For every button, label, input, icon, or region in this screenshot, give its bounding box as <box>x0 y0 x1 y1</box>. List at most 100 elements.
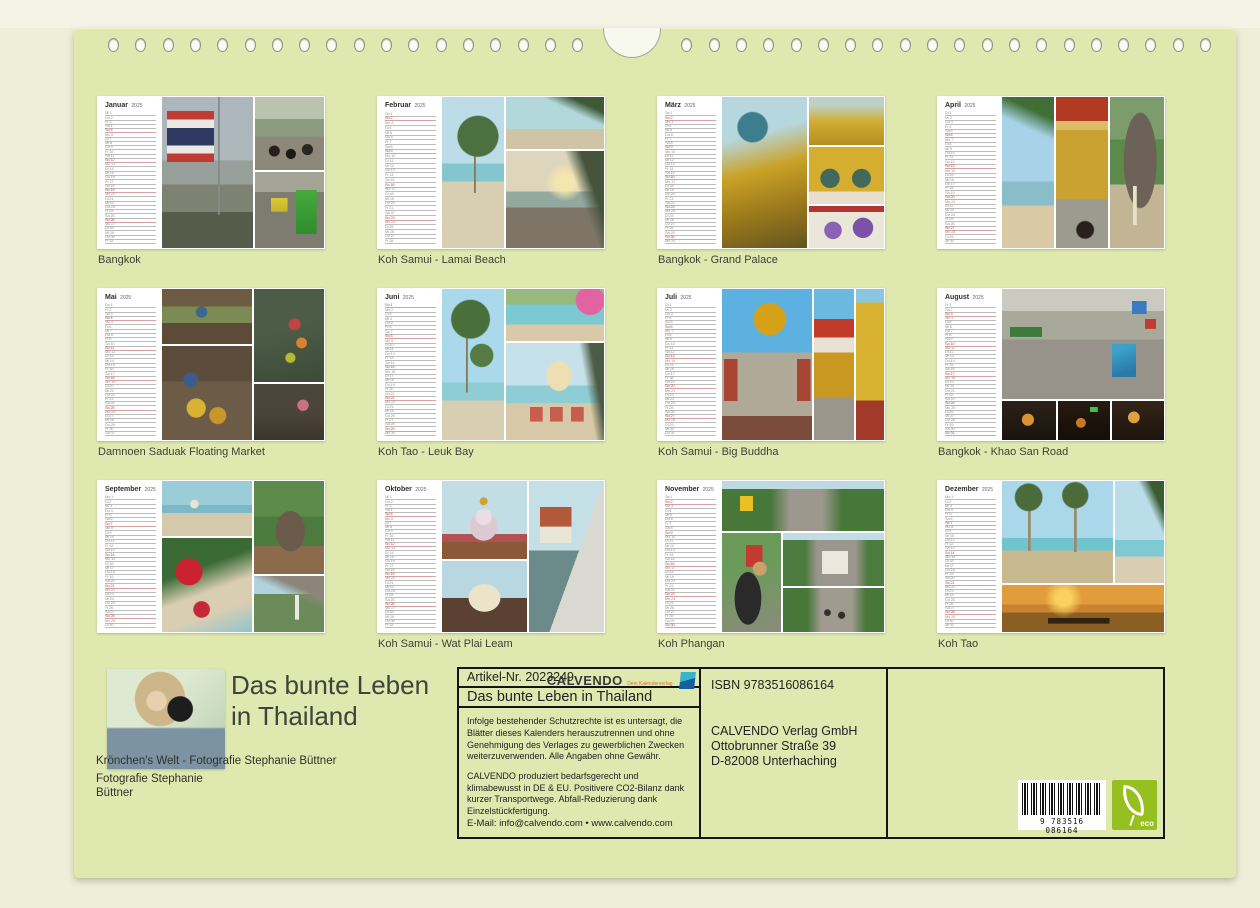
month-caption: Bangkok - Khao San Road <box>938 446 1068 458</box>
photo-collage <box>161 480 325 633</box>
photo-tile <box>161 345 253 441</box>
day-line: Fr 28 <box>385 239 436 244</box>
photo-tile <box>161 480 253 537</box>
mini-calendar: Juni 2025 So 1Mo 2Di 3Mi 4Do 5Fr 6Sa 7So… <box>377 288 441 441</box>
photo-tile <box>161 288 253 345</box>
month-name: August <box>945 294 969 301</box>
day-line: Do 31 <box>665 432 716 436</box>
month-caption: Damnoen Saduak Floating Market <box>98 446 265 458</box>
photo-tile <box>721 532 782 633</box>
month-year: 2025 <box>683 103 696 109</box>
binding-hole <box>163 38 174 52</box>
mini-calendar: August 2025 Fr 1Sa 2So 3Mo 4Di 5Mi 6Do 7… <box>937 288 1001 441</box>
address-line1: CALVENDO Verlag GmbH <box>711 724 876 739</box>
month-panel: März 2025 Sa 1So 2Mo 3Di 4Mi 5Do 6Fr 7Sa… <box>657 96 885 249</box>
month-name: Januar <box>105 102 128 109</box>
day-lines: Mi 1Do 2Fr 3Sa 4So 5Mo 6Di 7Mi 8Do 9Fr 1… <box>105 112 156 244</box>
month-cell: Mai 2025 Do 1Fr 2Sa 3So 4Mo 5Di 6Mi 7Do … <box>97 288 325 441</box>
day-line: Mi 31 <box>945 624 996 628</box>
binding-hole <box>436 38 447 52</box>
address-line3: D-82008 Unterhaching <box>711 754 876 769</box>
eco-logo: eco <box>1112 780 1157 830</box>
month-name: November <box>665 486 699 493</box>
barcode-digits: 9 783516 086164 <box>1022 817 1102 835</box>
photo-collage <box>1001 288 1165 441</box>
photo-tile <box>253 480 325 575</box>
photo-tile <box>505 150 605 249</box>
binding-hole <box>299 38 310 52</box>
binding-hole <box>872 38 883 52</box>
day-line: Fr 31 <box>105 240 156 244</box>
photo-tile <box>254 96 325 171</box>
binding-hole <box>1173 38 1184 52</box>
binding-hole <box>954 38 965 52</box>
mini-calendar: März 2025 Sa 1So 2Mo 3Di 4Mi 5Do 6Fr 7Sa… <box>657 96 721 249</box>
month-panel: Oktober 2025 Mi 1Do 2Fr 3Sa 4So 5Mo 6Di … <box>377 480 605 633</box>
month-caption: Koh Samui - Big Buddha <box>658 446 778 458</box>
month-year: 2025 <box>413 103 426 109</box>
binding-hole <box>1036 38 1047 52</box>
photo-tile <box>441 480 528 560</box>
month-cell: September 2025 Mo 1Di 2Mi 3Do 4Fr 5Sa 6S… <box>97 480 325 633</box>
month-year: 2025 <box>679 295 692 301</box>
photo-tile <box>813 288 856 441</box>
binding-hole <box>845 38 856 52</box>
binding-hole <box>217 38 228 52</box>
month-year: 2025 <box>971 295 984 301</box>
calvendo-flag-icon <box>679 672 696 689</box>
day-lines: Sa 1So 2Mo 3Di 4Mi 5Do 6Fr 7Sa 8So 9Mo 1… <box>665 112 716 244</box>
photo-tile <box>1057 400 1111 441</box>
legal-text-block: Infolge bestehender Schutzrechte ist es … <box>459 708 699 837</box>
months-grid: Januar 2025 Mi 1Do 2Fr 3Sa 4So 5Mo 6Di 7… <box>97 96 1165 633</box>
photo-tile <box>253 288 325 383</box>
credit-block-line2: Büttner <box>96 786 203 800</box>
photo-collage <box>441 96 605 249</box>
binding-hole <box>1009 38 1020 52</box>
photo-tile <box>441 96 505 249</box>
binding-hole <box>709 38 720 52</box>
photo-tile <box>721 480 885 532</box>
binding-hole <box>381 38 392 52</box>
month-panel: Juli 2025 Di 1Mi 2Do 3Fr 4Sa 5So 6Mo 7Di… <box>657 288 885 441</box>
month-panel: April 2025 Di 1Mi 2Do 3Fr 4Sa 5So 6Mo 7D… <box>937 96 1165 249</box>
photo-collage <box>161 288 325 441</box>
month-panel: August 2025 Fr 1Sa 2So 3Mo 4Di 5Mi 6Do 7… <box>937 288 1165 441</box>
binding-hole <box>518 38 529 52</box>
photo-tile <box>528 480 605 633</box>
photo-tile <box>161 537 253 633</box>
binding-hole <box>408 38 419 52</box>
day-lines: Do 1Fr 2Sa 3So 4Mo 5Di 6Mi 7Do 8Fr 9Sa 1… <box>105 304 156 436</box>
info-column-left: Artikel-Nr. 2023249 CALVENDO Dein Kalend… <box>459 669 701 837</box>
eco-logo-label: eco <box>1140 819 1154 828</box>
mini-calendar: September 2025 Mo 1Di 2Mi 3Do 4Fr 5Sa 6S… <box>97 480 161 633</box>
month-year: 2025 <box>143 487 156 493</box>
photo-tile <box>1001 480 1114 584</box>
day-line: Fr 31 <box>385 624 436 628</box>
month-panel: Juni 2025 So 1Mo 2Di 3Mi 4Do 5Fr 6Sa 7So… <box>377 288 605 441</box>
publisher-address: CALVENDO Verlag GmbH Ottobrunner Straße … <box>711 724 876 769</box>
photo-tile <box>161 96 254 249</box>
day-line: So 30 <box>665 624 716 628</box>
month-year: 2025 <box>980 487 993 493</box>
photo-collage <box>721 288 885 441</box>
month-cell: Juni 2025 So 1Mo 2Di 3Mi 4Do 5Fr 6Sa 7So… <box>377 288 605 441</box>
month-cell: Oktober 2025 Mi 1Do 2Fr 3Sa 4So 5Mo 6Di … <box>377 480 605 633</box>
photo-tile <box>855 288 885 441</box>
month-name: Februar <box>385 102 411 109</box>
month-panel: September 2025 Mo 1Di 2Mi 3Do 4Fr 5Sa 6S… <box>97 480 325 633</box>
day-lines: Fr 1Sa 2So 3Mo 4Di 5Mi 6Do 7Fr 8Sa 9So 1… <box>945 304 996 436</box>
mini-calendar: Januar 2025 Mi 1Do 2Fr 3Sa 4So 5Mo 6Di 7… <box>97 96 161 249</box>
day-line: Mo 31 <box>665 240 716 244</box>
photographer-credit-block: Fotografie Stephanie Büttner <box>96 772 203 800</box>
month-caption: Koh Tao - Leuk Bay <box>378 446 474 458</box>
month-name: März <box>665 102 681 109</box>
binding-hole <box>681 38 692 52</box>
binding-hole <box>1091 38 1102 52</box>
calvendo-logo-tagline: Dein Kalenderverlag <box>627 681 672 687</box>
article-number-row: Artikel-Nr. 2023249 CALVENDO Dein Kalend… <box>459 669 699 688</box>
month-cell: April 2025 Di 1Mi 2Do 3Fr 4Sa 5So 6Mo 7D… <box>937 96 1165 249</box>
photo-tile <box>441 288 505 441</box>
month-caption: Koh Phangan <box>658 638 725 650</box>
photo-tile <box>1111 400 1165 441</box>
binding-hole <box>326 38 337 52</box>
